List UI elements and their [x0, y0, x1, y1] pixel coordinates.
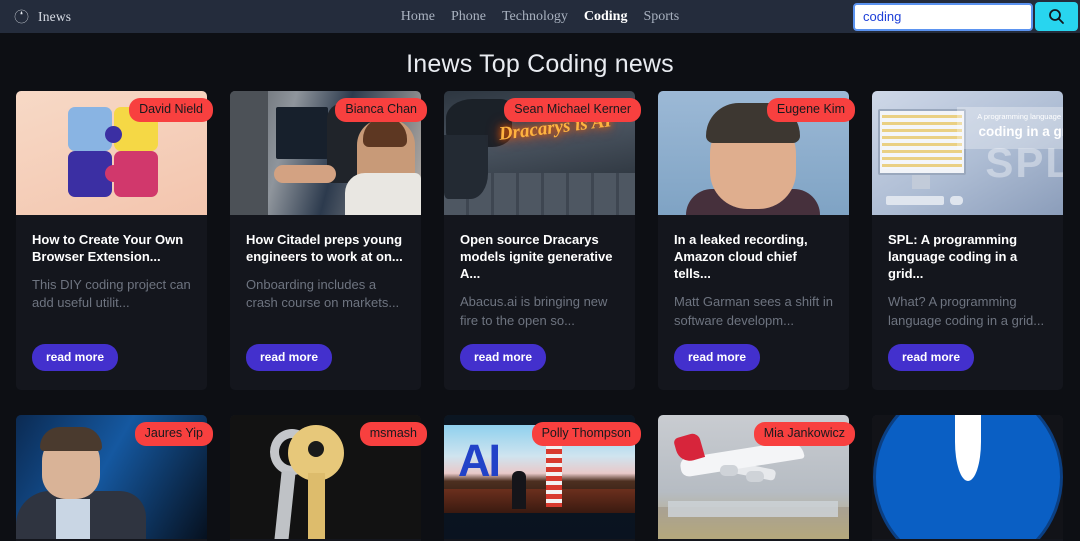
card-body: How to Create Your Own Browser Extension…: [16, 215, 207, 313]
nav-link-coding[interactable]: Coding: [584, 9, 628, 25]
search-bar: [853, 2, 1078, 31]
news-card[interactable]: David Nield How to Create Your Own Brows…: [16, 91, 213, 390]
read-more-button[interactable]: read more: [246, 344, 333, 371]
news-card[interactable]: Jaures Yip: [16, 415, 213, 541]
card-title: How to Create Your Own Browser Extension…: [32, 232, 184, 265]
news-card[interactable]: [872, 415, 1063, 541]
read-more-button[interactable]: read more: [674, 344, 761, 371]
thumbnail-art-spl: SPL A programming language coding in a g…: [872, 91, 1063, 215]
card-description: This DIY coding project can add useful u…: [32, 277, 191, 311]
card-title: How Citadel preps young engineers to wor…: [246, 232, 403, 265]
news-card[interactable]: Eugene Kim In a leaked recording, Amazon…: [658, 91, 855, 390]
news-card[interactable]: Bianca Chan How Citadel preps young engi…: [230, 91, 427, 390]
author-badge: Sean Michael Kerner: [504, 98, 641, 122]
read-more-button[interactable]: read more: [888, 344, 975, 371]
card-body: In a leaked recording, Amazon cloud chie…: [658, 215, 849, 330]
page-title: Inews Top Coding news: [406, 50, 674, 78]
card-body: How Citadel preps young engineers to wor…: [230, 215, 421, 313]
brand-name: Inews: [38, 8, 72, 24]
read-more-button[interactable]: read more: [460, 344, 547, 371]
nav-links: Home Phone Technology Coding Sports: [401, 9, 680, 25]
navbar: Inews Home Phone Technology Coding Sport…: [0, 0, 1080, 33]
card-title: SPL: A programming language coding in a …: [888, 232, 1018, 282]
news-card[interactable]: msmash: [230, 415, 427, 541]
card-description: Onboarding includes a crash course on ma…: [246, 277, 400, 311]
card-body: SPL: A programming language coding in a …: [872, 215, 1063, 330]
author-badge: Jaures Yip: [134, 422, 213, 446]
card-title: Open source Dracarys models ignite gener…: [460, 232, 613, 282]
thumbnail-art-text: AI: [458, 435, 501, 486]
news-card[interactable]: AI Polly Thompson: [444, 415, 641, 541]
author-badge: David Nield: [129, 98, 213, 122]
search-icon: [1048, 8, 1065, 25]
card-thumbnail: SPL A programming language coding in a g…: [872, 91, 1063, 215]
news-card-grid: David Nield How to Create Your Own Brows…: [0, 91, 1080, 541]
card-description: Matt Garman sees a shift in software dev…: [674, 294, 833, 328]
thumbnail-art-line1: A programming language: [977, 112, 1061, 121]
author-badge: Polly Thompson: [531, 422, 641, 446]
globe-icon: [14, 9, 29, 24]
nav-link-sports[interactable]: Sports: [643, 9, 679, 25]
card-body: Open source Dracarys models ignite gener…: [444, 215, 635, 330]
news-card[interactable]: SPL A programming language coding in a g…: [872, 91, 1063, 390]
brand-logo[interactable]: Inews: [14, 9, 71, 25]
search-button[interactable]: [1035, 2, 1078, 31]
author-badge: Eugene Kim: [766, 98, 855, 122]
author-badge: Bianca Chan: [335, 98, 427, 122]
read-more-button[interactable]: read more: [32, 344, 119, 371]
card-title: In a leaked recording, Amazon cloud chie…: [674, 232, 808, 282]
card-thumbnail: [872, 415, 1063, 539]
thumbnail-art-line2: coding in a grid: [978, 124, 1064, 139]
nav-link-home[interactable]: Home: [401, 9, 435, 25]
thumbnail-art-alert-icon: [872, 415, 1063, 539]
news-card[interactable]: Dracarys is AI Sean Michael Kerner Open …: [444, 91, 641, 390]
author-badge: Mia Jankowicz: [753, 422, 855, 446]
nav-link-phone[interactable]: Phone: [451, 9, 486, 25]
search-input[interactable]: [853, 2, 1033, 31]
card-description: Abacus.ai is bringing new fire to the op…: [460, 294, 608, 328]
news-card[interactable]: Mia Jankowicz: [658, 415, 855, 541]
card-description: What? A programming language coding in a…: [888, 294, 1045, 328]
nav-link-technology[interactable]: Technology: [502, 9, 568, 25]
author-badge: msmash: [359, 422, 427, 446]
